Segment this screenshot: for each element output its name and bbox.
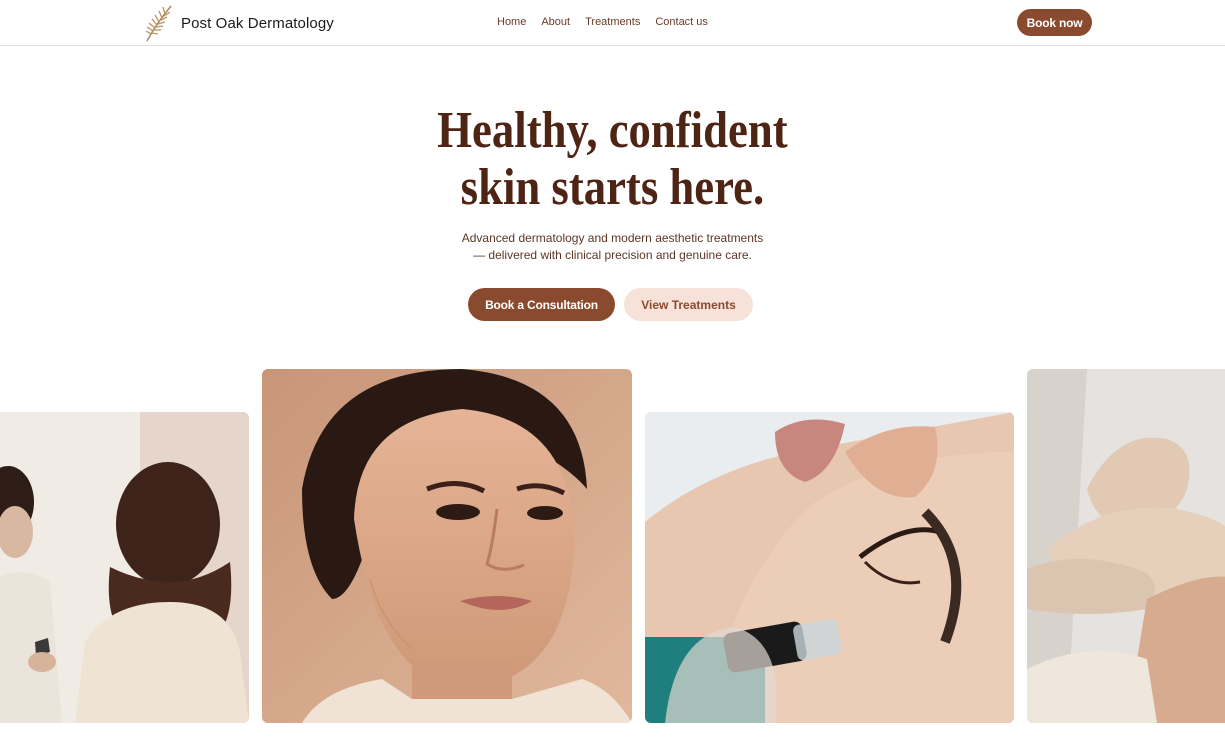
brand-logo[interactable]: Post Oak Dermatology <box>143 4 334 42</box>
photo-gloved-treatment <box>1027 369 1225 723</box>
nav-link-contact[interactable]: Contact us <box>655 15 708 29</box>
photo-microneedling <box>645 412 1014 723</box>
nav-link-about[interactable]: About <box>541 15 570 29</box>
hero-subtitle-line-1: Advanced dermatology and modern aestheti… <box>461 231 764 245</box>
photo-portrait <box>262 369 632 723</box>
main-nav: Home About Treatments Contact us <box>497 15 723 29</box>
leaf-icon <box>145 5 172 42</box>
hero-title: Healthy, confident skin starts here. <box>86 102 1140 216</box>
book-consultation-button[interactable]: Book a Consultation <box>468 288 615 321</box>
photo-consultation <box>0 412 249 723</box>
nav-link-treatments[interactable]: Treatments <box>585 15 640 29</box>
hero-cta-group: Book a Consultation View Treatments <box>468 288 753 321</box>
view-treatments-button[interactable]: View Treatments <box>624 288 753 321</box>
hero-title-line-2: skin starts here. <box>460 159 765 216</box>
hero-subtitle-line-2: — delivered with clinical precision and … <box>473 248 752 262</box>
hero-subtitle: Advanced dermatology and modern aestheti… <box>0 230 1225 264</box>
book-now-button[interactable]: Book now <box>1017 9 1092 36</box>
hero-title-line-1: Healthy, confident <box>437 102 788 159</box>
brand-name: Post Oak Dermatology <box>181 14 334 32</box>
nav-link-home[interactable]: Home <box>497 15 526 29</box>
top-navigation: Post Oak Dermatology Home About Treatmen… <box>0 0 1225 46</box>
